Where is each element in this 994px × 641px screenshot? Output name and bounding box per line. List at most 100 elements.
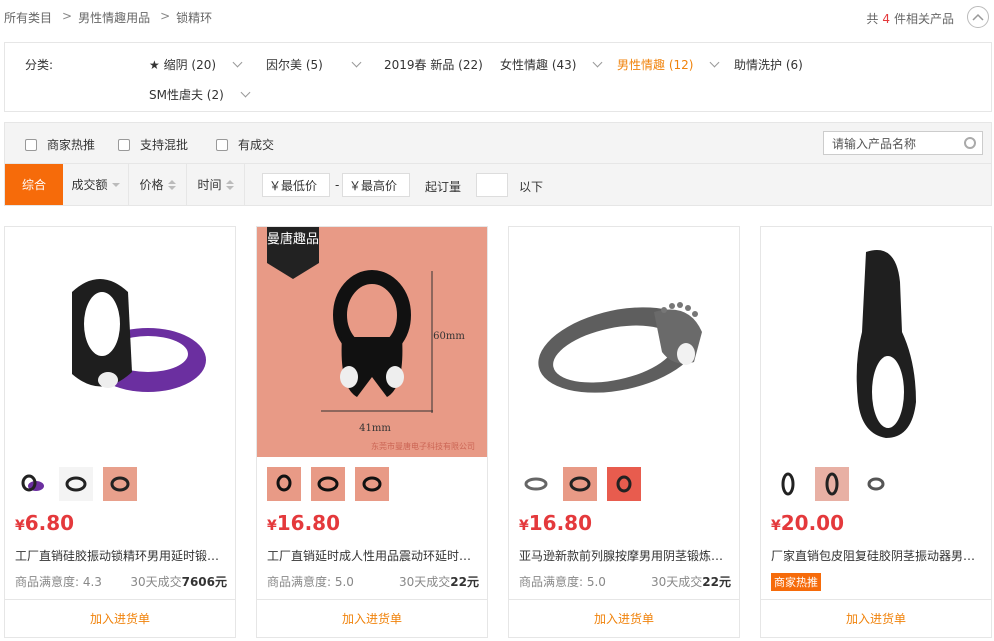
sort-comprehensive[interactable]: 综合 [5, 164, 63, 205]
breadcrumb-current[interactable]: 锁精环 [176, 9, 212, 26]
category-item[interactable]: 2019春 新品 (22) [384, 56, 483, 73]
category-item-active[interactable]: 男性情趣 (12) [617, 56, 720, 73]
thumbnail[interactable] [355, 467, 389, 501]
add-to-cart-button[interactable]: 加入进货单 [761, 599, 991, 637]
product-image[interactable] [761, 227, 991, 457]
sales-label: 30天成交 [399, 575, 451, 589]
sort-label: 价格 [139, 178, 164, 192]
thumbnail[interactable] [103, 467, 137, 501]
product-search-input[interactable]: 请输入产品名称 [823, 131, 983, 155]
checkbox-box[interactable] [118, 138, 130, 151]
sort-label: 时间 [197, 178, 222, 192]
ring-product-image [538, 302, 702, 393]
add-to-cart-button[interactable]: 加入进货单 [257, 599, 487, 637]
product-price: ¥6.80 [15, 511, 74, 535]
image-footer-text: 东莞市曼唐电子科技有限公司 [371, 441, 475, 451]
thumbnail[interactable] [311, 467, 345, 501]
product-image[interactable] [509, 227, 739, 457]
category-item[interactable]: 女性情趣 (43) [500, 56, 603, 73]
thumbnail[interactable] [59, 467, 93, 501]
add-to-cart-button[interactable]: 加入进货单 [5, 599, 235, 637]
add-to-cart-button[interactable]: 加入进货单 [509, 599, 739, 637]
product-title[interactable]: 厂家直销包皮阻复硅胶阴茎振动器男用... [771, 547, 983, 564]
price-value: 20.00 [780, 511, 845, 535]
sort-time[interactable]: 时间 [187, 164, 245, 205]
breadcrumb-male-products[interactable]: 男性情趣用品 [78, 9, 150, 26]
category-item-label: 2019春 新品 (22) [384, 58, 483, 72]
thumbnail[interactable] [859, 467, 893, 501]
price-value: 6.80 [24, 511, 75, 535]
chevron-down-icon [240, 87, 251, 98]
category-item[interactable]: 助情洗护 (6) [734, 56, 803, 73]
product-title[interactable]: 亚马逊新款前列腺按摩男用阴茎锻炼器... [519, 547, 731, 564]
thumbnail[interactable] [771, 467, 805, 501]
search-placeholder: 请输入产品名称 [832, 136, 917, 151]
sort-price[interactable]: 价格 [129, 164, 187, 205]
result-count: 共 4 件相关产品 [866, 10, 954, 27]
checkbox-label: 有成交 [238, 138, 275, 152]
category-item-label: 男性情趣 (12) [617, 58, 694, 72]
product-image[interactable] [5, 227, 235, 457]
chevron-down-icon [351, 57, 362, 68]
breadcrumb-all-categories[interactable]: 所有类目 [4, 9, 52, 26]
thumbnail[interactable] [563, 467, 597, 501]
checkbox-box[interactable] [216, 138, 228, 151]
sort-label: 成交额 [71, 178, 108, 192]
product-card[interactable]: ¥16.80 亚马逊新款前列腺按摩男用阴茎锻炼器... 商品满意度: 5.0 3… [508, 226, 740, 638]
category-filter-panel: 分类: ★ 缩阴 (20) 因尔美 (5) 2019春 新品 (22) 女性情趣… [4, 42, 992, 112]
price-dash: - [335, 178, 340, 192]
category-item[interactable]: ★ 缩阴 (20) [149, 56, 243, 73]
min-price-input[interactable]: ￥最低价 [262, 173, 330, 197]
sort-arrows-icon [225, 179, 234, 190]
checkbox-box[interactable] [25, 138, 37, 151]
max-price-input[interactable]: ￥最高价 [342, 173, 410, 197]
sales-label: 30天成交 [651, 575, 703, 589]
product-price: ¥16.80 [519, 511, 592, 535]
price-value: 16.80 [276, 511, 341, 535]
thumbnail[interactable] [815, 467, 849, 501]
moq-label: 起订量 [425, 180, 462, 194]
category-item-label: ★ 缩阴 (20) [149, 58, 217, 72]
image-dim-horizontal: 41mm [359, 423, 391, 434]
sales-label: 30天成交 [130, 575, 182, 589]
product-image[interactable]: 曼唐趣品 60mm 41mm 东莞市曼唐电子科技有限公司 [257, 227, 487, 457]
category-item[interactable]: 因尔美 (5) [266, 56, 362, 73]
sort-transaction[interactable]: 成交额 [63, 164, 129, 205]
thumbnail[interactable] [607, 467, 641, 501]
thumbnail[interactable] [15, 467, 49, 501]
checkbox-label: 商家热推 [47, 138, 96, 152]
product-meta: 商品满意度: 5.0 30天成交22元 [519, 573, 731, 590]
sales-value: 22元 [702, 575, 731, 589]
thumbnail[interactable] [519, 467, 553, 501]
product-title[interactable]: 工厂直销延时成人性用品震动环延时锻... [267, 547, 479, 564]
currency-symbol: ¥ [771, 518, 781, 534]
sort-row: 综合 成交额 价格 时间 ￥最低价 - ￥最高价 起订量 以下 [5, 163, 991, 205]
thumbnail-list [519, 467, 641, 501]
sort-arrow-icon [111, 182, 120, 187]
breadcrumb: 所有类目 > 男性情趣用品 > 锁精环 [4, 9, 212, 26]
satisfaction: 商品满意度: 5.0 [267, 575, 354, 589]
chevron-down-icon [593, 57, 603, 68]
product-card[interactable]: ¥6.80 工厂直销硅胶振动锁精环男用延时锻炼... 商品满意度: 4.3 30… [4, 226, 236, 638]
ring-product-image: 曼唐趣品 60mm 41mm 东莞市曼唐电子科技有限公司 [267, 227, 475, 451]
product-title[interactable]: 工厂直销硅胶振动锁精环男用延时锻炼... [15, 547, 227, 564]
currency-symbol: ¥ [519, 518, 529, 534]
product-card[interactable]: ¥20.00 厂家直销包皮阻复硅胶阴茎振动器男用... 商家热推 加入进货单 [760, 226, 992, 638]
moq-input[interactable] [476, 173, 508, 197]
thumbnail-list [267, 467, 389, 501]
thumbnail[interactable] [267, 467, 301, 501]
checkbox-mixed-batch[interactable]: 支持混批 [118, 136, 188, 153]
category-item[interactable]: SM性虐夫 (2) [149, 86, 251, 103]
product-card[interactable]: 曼唐趣品 60mm 41mm 东莞市曼唐电子科技有限公司 ¥16.80 工厂直销… [256, 226, 488, 638]
sort-arrows-icon [167, 179, 176, 190]
checkbox-has-deal[interactable]: 有成交 [216, 136, 274, 153]
chevron-up-icon [972, 13, 984, 21]
breadcrumb-separator: > [160, 9, 171, 23]
search-icon[interactable] [964, 137, 976, 149]
sales-value: 7606元 [181, 575, 227, 589]
chevron-down-icon [232, 57, 243, 68]
collapse-button[interactable] [967, 6, 989, 28]
sort-label: 综合 [21, 178, 46, 192]
checkbox-hot[interactable]: 商家热推 [25, 136, 95, 153]
currency-symbol: ¥ [267, 518, 277, 534]
